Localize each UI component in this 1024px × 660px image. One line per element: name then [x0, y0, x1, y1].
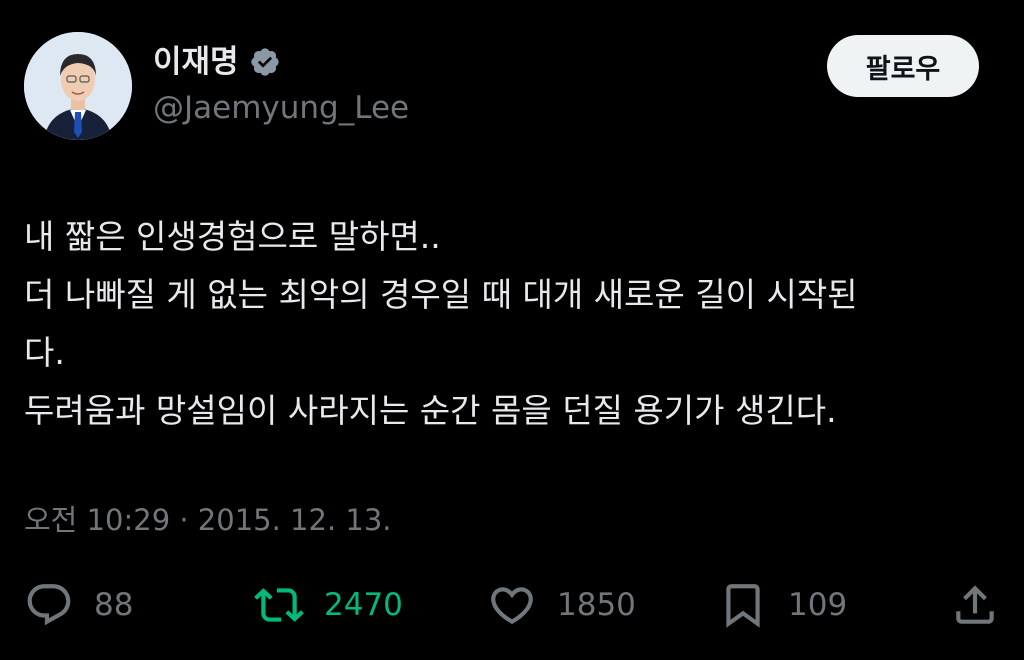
reply-count: 88: [94, 587, 134, 623]
tweet-line: 더 나빠질 게 없는 최악의 경우일 때 대개 새로운 길이 시작된: [24, 275, 858, 314]
tweet-line: 다.: [24, 333, 65, 372]
share-button[interactable]: [950, 580, 1000, 630]
author-display-name[interactable]: 이재명: [153, 42, 239, 82]
avatar[interactable]: [24, 32, 132, 140]
avatar-photo: [24, 32, 132, 140]
tweet-text: 내 짧은 인생경험으로 말하면.. 더 나빠질 게 없는 최악의 경우일 때 대…: [24, 208, 1009, 440]
tweet-line: 두려움과 망설임이 사라지는 순간 몸을 던질 용기가 생긴다.: [24, 391, 837, 430]
tweet-line: 내 짧은 인생경험으로 말하면..: [24, 217, 441, 256]
bookmark-icon: [726, 584, 760, 628]
like-count: 1850: [557, 587, 636, 623]
retweet-icon: [254, 588, 304, 622]
bookmark-count: 109: [788, 587, 848, 623]
heart-icon: [491, 587, 533, 625]
author-handle[interactable]: @Jaemyung_Lee: [153, 88, 409, 128]
bookmark-button[interactable]: 109: [718, 580, 847, 630]
share-icon: [956, 585, 994, 624]
like-button[interactable]: 1850: [487, 580, 636, 630]
reply-icon: [27, 584, 71, 626]
tweet-timestamp[interactable]: 오전 10:29 · 2015. 12. 13.: [24, 500, 392, 540]
retweet-count: 2470: [324, 587, 403, 623]
tweet-actions: 88 2470 1850 109: [0, 580, 1024, 640]
retweet-button[interactable]: 2470: [254, 580, 403, 630]
verified-badge-icon: [250, 48, 279, 76]
reply-button[interactable]: 88: [24, 580, 133, 630]
follow-button[interactable]: 팔로우: [827, 35, 979, 97]
